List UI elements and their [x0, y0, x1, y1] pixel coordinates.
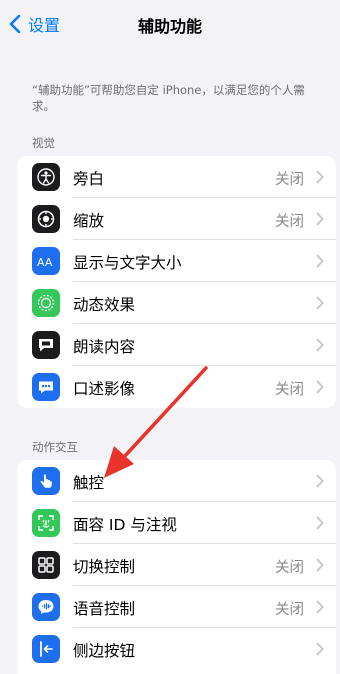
section-header-vision: 视觉	[32, 136, 55, 150]
row-display-text-size[interactable]: AA 显示与文字大小	[17, 240, 336, 282]
motion-icon	[32, 289, 60, 317]
chevron-right-icon	[316, 474, 324, 488]
chevron-right-icon	[316, 600, 324, 614]
row-label: 切换控制	[73, 558, 136, 576]
section-header-interaction: 动作交互	[32, 440, 78, 454]
row-label: 动态效果	[73, 296, 136, 314]
row-audio-descriptions[interactable]: 口述影像 关闭	[17, 366, 336, 408]
row-zoom[interactable]: 缩放 关闭	[17, 198, 336, 240]
chevron-right-icon	[316, 516, 324, 530]
chevron-right-icon	[316, 254, 324, 268]
svg-text:AA: AA	[37, 256, 53, 269]
side-button-icon	[32, 635, 60, 663]
touch-icon	[32, 467, 60, 495]
row-value: 关闭	[275, 172, 304, 188]
chevron-right-icon	[316, 642, 324, 656]
chevron-right-icon	[316, 296, 324, 310]
face-id-icon	[32, 509, 60, 537]
row-touch[interactable]: 触控	[17, 460, 336, 502]
chevron-right-icon	[316, 338, 324, 352]
chevron-right-icon	[316, 170, 324, 184]
voiceover-icon	[32, 163, 60, 191]
settings-group-interaction: 触控 面容 ID 与注视 切换控制 关闭 语音控制 关闭 侧边按钮	[17, 460, 336, 674]
row-value: 关闭	[275, 560, 304, 576]
switch-control-icon	[32, 551, 60, 579]
chevron-right-icon	[316, 558, 324, 572]
row-side-button[interactable]: 侧边按钮	[17, 628, 336, 670]
page-title: 辅助功能	[137, 17, 202, 36]
intro-text: “辅助功能”可帮助您自定 iPhone，以满足您的个人需求。	[32, 83, 305, 113]
row-motion[interactable]: 动态效果	[17, 282, 336, 324]
row-value: 关闭	[275, 382, 304, 398]
row-voice-control[interactable]: 语音控制 关闭	[17, 586, 336, 628]
row-face-id-attention[interactable]: 面容 ID 与注视	[17, 502, 336, 544]
chevron-right-icon	[316, 212, 324, 226]
voice-control-icon	[32, 593, 60, 621]
row-label: 侧边按钮	[73, 642, 136, 660]
row-label: 口述影像	[73, 380, 136, 398]
row-label: 触控	[73, 474, 105, 492]
audio-description-icon	[32, 373, 60, 401]
chevron-right-icon	[316, 380, 324, 394]
settings-group-vision: 旁白 关闭 缩放 关闭 AA 显示与文字大小 动态效果 朗读内容 口述影像 关闭	[17, 156, 336, 408]
zoom-icon	[32, 205, 60, 233]
row-label: 语音控制	[73, 600, 136, 618]
row-label: 旁白	[73, 170, 105, 188]
row-label: 缩放	[73, 212, 105, 230]
row-spoken-content[interactable]: 朗读内容	[17, 324, 336, 366]
row-switch-control[interactable]: 切换控制 关闭	[17, 544, 336, 586]
row-value: 关闭	[275, 602, 304, 618]
row-voiceover[interactable]: 旁白 关闭	[17, 156, 336, 198]
row-label: 显示与文字大小	[73, 254, 182, 272]
row-label: 朗读内容	[73, 338, 136, 356]
navigation-bar: 设置 辅助功能	[0, 0, 340, 48]
text-size-icon: AA	[32, 247, 60, 275]
row-value: 关闭	[275, 214, 304, 230]
spoken-content-icon	[32, 331, 60, 359]
row-label: 面容 ID 与注视	[73, 516, 177, 534]
